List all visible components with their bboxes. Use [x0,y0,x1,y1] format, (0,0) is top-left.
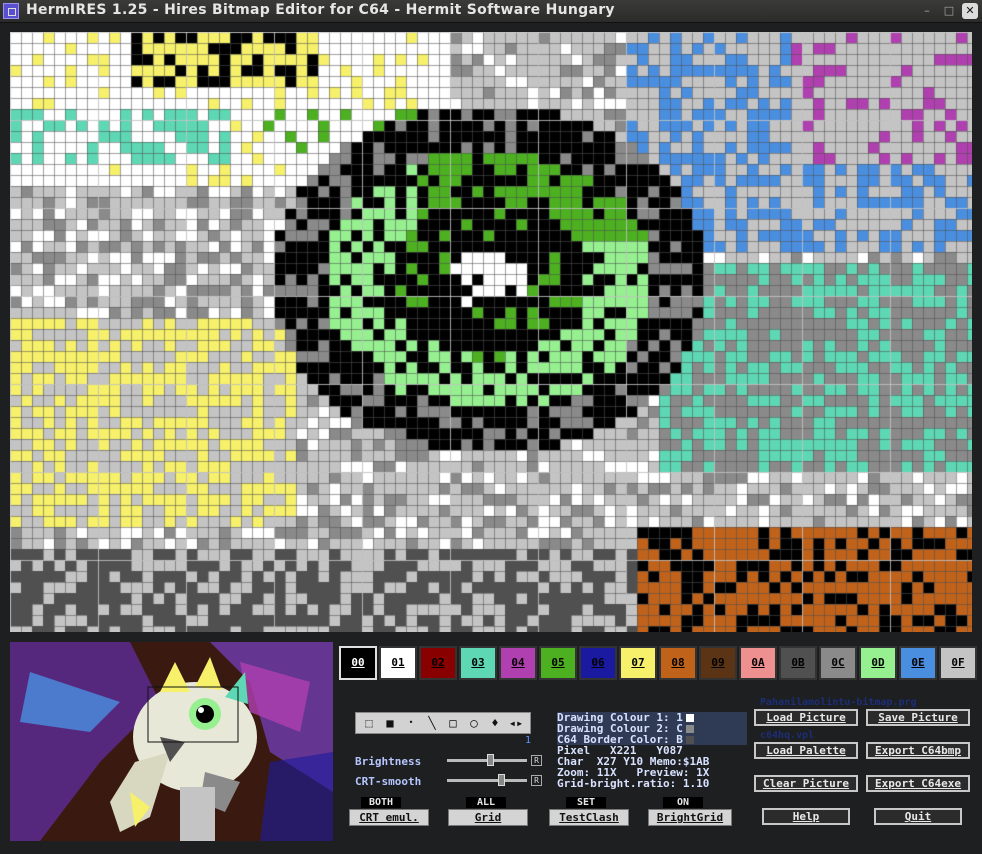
testclash-button[interactable]: TestClash [549,809,629,826]
palette-swatch[interactable]: 05 [539,646,577,680]
brightness-label: Brightness [355,755,422,768]
status-panel: Drawing Colour 1: 1 Drawing Colour 2: C … [557,712,747,789]
maximize-button[interactable]: □ [941,3,957,19]
palette-swatch[interactable]: 0E [899,646,937,680]
fill-icon[interactable]: ♦ [485,715,505,731]
select-rect-icon[interactable]: ⬚ [359,715,379,731]
bitmap-canvas[interactable] [10,32,972,632]
palette-swatch[interactable]: 09 [699,646,737,680]
crt-emul-button[interactable]: CRT emul. [349,809,429,826]
palette-swatch[interactable]: 0F [939,646,977,680]
circle-icon[interactable]: ◯ [464,715,484,731]
close-button[interactable]: ✕ [962,3,978,19]
load-picture-button[interactable]: Load Picture [754,709,858,726]
picture-preview[interactable] [10,642,333,841]
palette-swatch[interactable]: 0A [739,646,777,680]
palette-swatch[interactable]: 04 [499,646,537,680]
crt-emul-state: BOTH [361,797,401,808]
palette-swatch[interactable]: 03 [459,646,497,680]
crt-smooth-track [447,779,527,782]
drawing-toolbar: ⬚ ■ • ╲ □ ◯ ♦ ◂▸ [355,712,531,734]
border-color-swatch [685,736,694,744]
brightness-knob[interactable] [487,754,494,766]
quit-button[interactable]: Quit [874,808,962,825]
dot-icon[interactable]: • [401,715,421,731]
selected-tool-number: 1 [525,735,532,746]
export-c64exe-button[interactable]: Export C64exe [866,775,970,792]
minimize-button[interactable]: – [919,3,935,19]
palette-filename: c64hq.vpl [760,730,815,741]
grid-button[interactable]: Grid [448,809,528,826]
clear-picture-button[interactable]: Clear Picture [754,775,858,792]
preview-image [10,642,333,841]
palette-swatch[interactable]: 02 [419,646,457,680]
drawing-colour-1-swatch [685,714,694,722]
crt-smooth-knob[interactable] [498,774,505,786]
brightness-reset-button[interactable]: R [531,755,542,766]
save-picture-button[interactable]: Save Picture [866,709,970,726]
palette-swatch[interactable]: 08 [659,646,697,680]
grid-state: ALL [466,797,506,808]
palette-swatch[interactable]: 0D [859,646,897,680]
colour-palette: 00 01 02 03 04 05 06 07 08 09 0A 0B 0C 0D 0E 0F [339,646,979,682]
picture-filename: Pahanilamolintu-bitmap.prg [760,697,917,708]
rectangle-icon[interactable]: □ [443,715,463,731]
app-icon [3,3,19,19]
pen-icon[interactable]: ■ [380,715,400,731]
crt-smooth-reset-button[interactable]: R [531,775,542,786]
line-icon[interactable]: ╲ [422,715,442,731]
palette-swatch[interactable]: 01 [379,646,417,680]
brightgrid-state: ON [663,797,703,808]
crt-smooth-label: CRT-smooth [355,775,422,788]
palette-swatch[interactable]: 06 [579,646,617,680]
palette-swatch[interactable]: 07 [619,646,657,680]
palette-swatch[interactable]: 0C [819,646,857,680]
palette-swatch[interactable]: 00 [339,646,377,680]
brightgrid-button[interactable]: BrightGrid [648,809,732,826]
title-bar: HermIRES 1.25 - Hires Bitmap Editor for … [0,0,982,23]
testclash-state: SET [566,797,606,808]
grid-bright-ratio: Grid-bright.ratio: 1.10 [557,777,710,790]
crt-smooth-slider[interactable] [447,774,527,786]
pixel-grid[interactable] [10,32,972,632]
palette-swatch[interactable]: 0B [779,646,817,680]
help-button[interactable]: Help [762,808,850,825]
load-palette-button[interactable]: Load Palette [754,742,858,759]
mirror-icon[interactable]: ◂▸ [506,715,526,731]
brightness-slider[interactable] [447,754,527,766]
export-c64bmp-button[interactable]: Export C64bmp [866,742,970,759]
drawing-colour-2-swatch [685,725,694,733]
window-title: HermIRES 1.25 - Hires Bitmap Editor for … [26,2,615,18]
